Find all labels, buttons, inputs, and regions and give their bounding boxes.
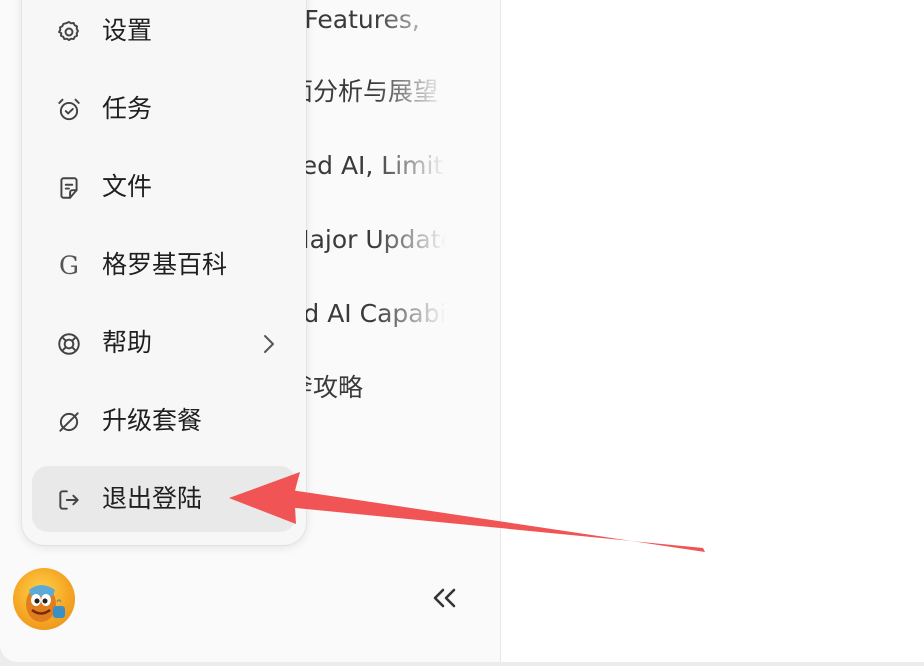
alarm-clock-icon [56,97,82,123]
menu-item-upgrade[interactable]: 升级套餐 [32,388,296,454]
main-content [501,0,924,662]
grokipedia-g-icon: G [59,251,79,280]
sidebar: : Features, 面分析与展望 ced AI, Limits Major … [0,0,500,662]
logout-icon [56,487,82,513]
menu-item-label: 设置 [102,16,153,45]
menu-item-label: 文件 [102,172,153,201]
avatar[interactable] [13,568,75,630]
app-window: : Features, 面分析与展望 ced AI, Limits Major … [0,0,924,662]
menu-item-tasks[interactable]: 任务 [32,76,296,142]
note-icon [56,175,82,201]
menu-item-logout[interactable]: 退出登陆 [32,466,296,532]
menu-item-label: 帮助 [102,328,153,357]
chat-history-item[interactable]: ced AI, Limits [288,148,446,184]
chevron-right-icon [258,332,278,356]
lifebuoy-icon [56,331,82,357]
gear-icon [56,19,82,45]
account-menu: 设置 任务 文件 G 格罗基百科 帮助 升级套餐 退出登陆 [22,0,306,545]
collapse-sidebar-icon[interactable] [428,584,462,612]
menu-item-label: 升级套餐 [102,406,203,435]
chat-history-item[interactable]: ed AI Capabilities [288,296,446,332]
menu-item-help[interactable]: 帮助 [32,310,296,376]
chat-history-item[interactable]: 面分析与展望 [288,74,446,110]
menu-item-label: 退出登陆 [102,484,203,513]
chat-history-item[interactable]: 斧攻略 [288,370,446,406]
menu-item-label: 格罗基百科 [102,250,228,279]
menu-item-settings[interactable]: 设置 [32,0,296,64]
chat-history-item[interactable]: Major Update [288,222,446,258]
upgrade-slash-icon [56,409,82,435]
menu-item-label: 任务 [102,94,153,123]
menu-item-files[interactable]: 文件 [32,154,296,220]
menu-item-grokipedia[interactable]: G 格罗基百科 [32,232,296,298]
chat-history-item[interactable]: : Features, [288,2,446,38]
